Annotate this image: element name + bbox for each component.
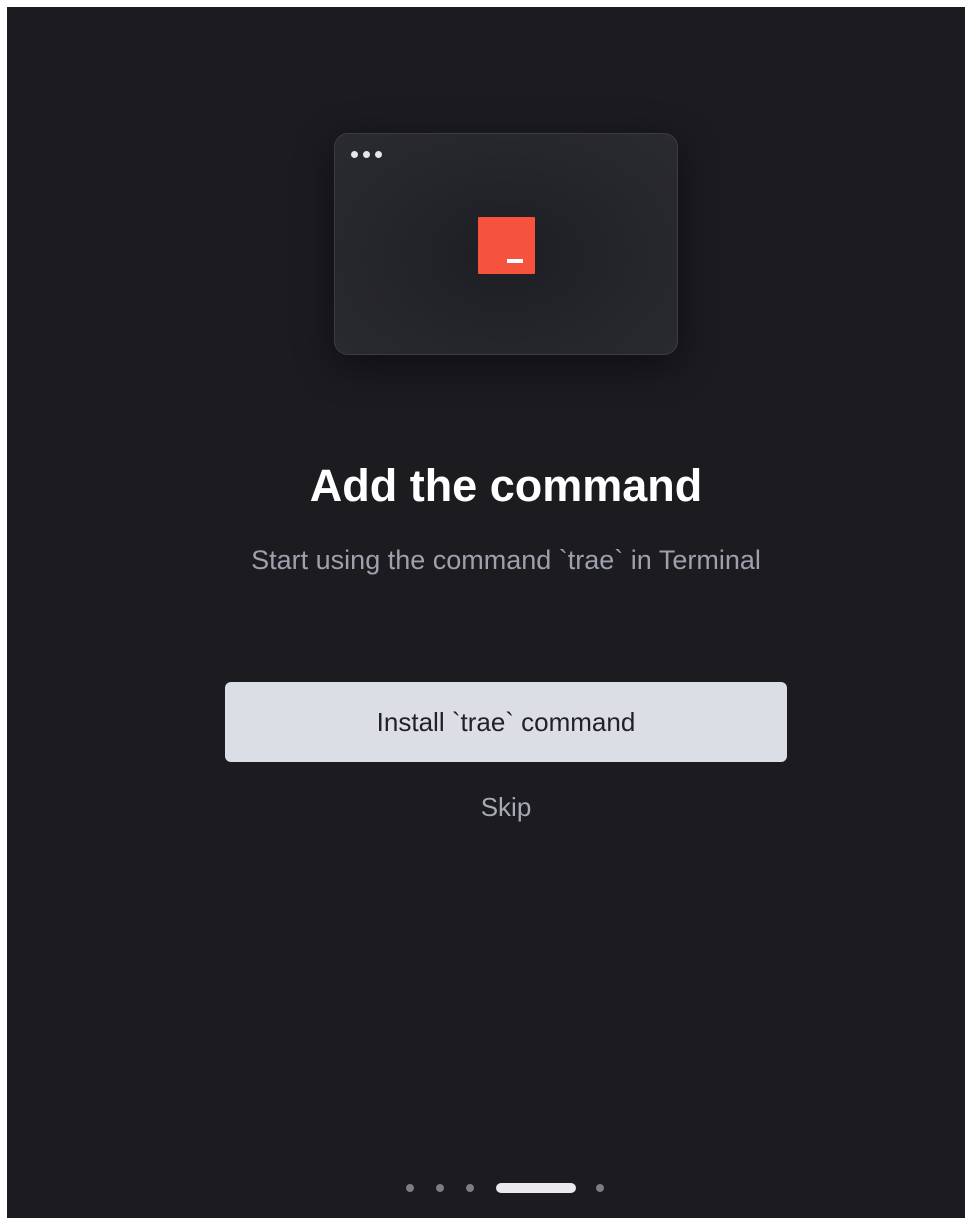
onboarding-screen: Add the command Start using the command … (7, 7, 965, 1218)
page-title: Add the command (309, 460, 703, 511)
terminal-icon (478, 217, 535, 274)
page-dot-3[interactable] (466, 1184, 474, 1192)
page-dot-1[interactable] (406, 1184, 414, 1192)
page-subtitle: Start using the command `trae` in Termin… (251, 545, 761, 575)
terminal-window-illustration (334, 133, 678, 355)
page-dot-5[interactable] (596, 1184, 604, 1192)
pagination-indicator (7, 1183, 965, 1193)
page-dot-4-active[interactable] (496, 1183, 576, 1193)
window-dot (363, 151, 370, 158)
skip-link[interactable]: Skip (7, 790, 965, 824)
window-dot (351, 151, 358, 158)
window-dot (375, 151, 382, 158)
page-dot-2[interactable] (436, 1184, 444, 1192)
window-dots-icon (351, 151, 382, 158)
install-command-button[interactable]: Install `trae` command (225, 682, 787, 762)
